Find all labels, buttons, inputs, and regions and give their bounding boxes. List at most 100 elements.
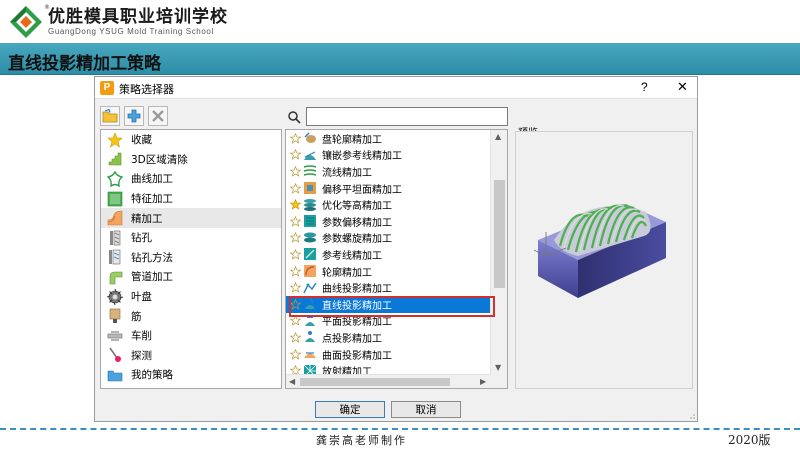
strategy-list: 盘轮廓精加工 镶嵌参考线精加工 流线精加工 偏移平坦面精加工 优化等高精加工 参… bbox=[286, 130, 491, 375]
scroll-down-arrow-icon[interactable]: ▼ bbox=[495, 363, 501, 373]
category-label: 钻孔方法 bbox=[131, 251, 173, 264]
open-folder-icon bbox=[102, 109, 118, 123]
dialog-titlebar[interactable]: P 策略选择器 ? ✕ bbox=[95, 77, 697, 99]
streamline-icon bbox=[303, 165, 317, 177]
horizontal-scroll-thumb[interactable] bbox=[300, 378, 450, 386]
category-item[interactable]: 我的策略 bbox=[101, 365, 281, 385]
scroll-right-arrow-icon[interactable]: ▶ bbox=[480, 377, 486, 387]
category-item[interactable]: 曲线加工 bbox=[101, 169, 281, 189]
strategy-item[interactable]: 盘轮廓精加工 bbox=[286, 130, 491, 147]
footer-author: 龚崇高老师制作 bbox=[316, 434, 407, 447]
footer-year: 2020版 bbox=[728, 433, 771, 447]
strategy-label: 参数偏移精加工 bbox=[322, 217, 392, 229]
area-clearance-icon bbox=[108, 153, 122, 166]
folder-icon bbox=[107, 370, 123, 382]
strategy-item[interactable]: 镶嵌参考线精加工 bbox=[286, 147, 491, 164]
favorite-star-icon[interactable] bbox=[290, 232, 301, 244]
strategy-list-panel: 盘轮廓精加工 镶嵌参考线精加工 流线精加工 偏移平坦面精加工 优化等高精加工 参… bbox=[285, 129, 508, 389]
parametric-spiral-icon bbox=[304, 232, 316, 243]
category-label: 曲线加工 bbox=[131, 173, 173, 186]
favorite-star-icon[interactable] bbox=[290, 215, 301, 227]
strategy-item[interactable]: 曲面投影精加工 bbox=[286, 346, 491, 363]
help-button[interactable]: ? bbox=[641, 80, 648, 94]
favorite-star-filled-icon[interactable] bbox=[290, 199, 301, 210]
favorite-star-icon[interactable] bbox=[290, 149, 301, 161]
ok-button[interactable]: 确定 bbox=[315, 401, 385, 418]
logo-english-name: GuangDong YSUG Mold Training School bbox=[48, 27, 214, 36]
category-label: 3D区域清除 bbox=[131, 153, 188, 166]
category-item[interactable]: 叶盘 bbox=[101, 287, 281, 307]
category-label: 筋 bbox=[131, 310, 142, 323]
strategy-label: 偏移平坦面精加工 bbox=[322, 184, 402, 196]
slide-title-bar: 直线投影精加工策略 bbox=[0, 43, 800, 75]
footer-divider bbox=[0, 428, 800, 430]
category-label: 车削 bbox=[131, 330, 152, 343]
rib-icon bbox=[109, 308, 121, 324]
horizontal-scrollbar[interactable]: ◀ ▶ bbox=[286, 374, 491, 388]
favorite-star-icon[interactable] bbox=[290, 265, 301, 277]
vertical-scroll-thumb[interactable] bbox=[494, 180, 505, 288]
category-item[interactable]: 钻孔方法 bbox=[101, 248, 281, 268]
toolpath-preview-image bbox=[533, 204, 666, 298]
pipe-machining-icon bbox=[109, 271, 123, 285]
category-label: 管道加工 bbox=[131, 271, 173, 284]
search-input[interactable] bbox=[306, 107, 508, 126]
add-strategy-button[interactable] bbox=[124, 106, 144, 126]
favorite-star-icon[interactable] bbox=[290, 248, 301, 260]
category-label: 收藏 bbox=[131, 134, 152, 147]
registered-mark: ® bbox=[44, 4, 50, 11]
strategy-item[interactable]: 参数螺旋精加工 bbox=[286, 230, 491, 247]
scroll-left-arrow-icon[interactable]: ◀ bbox=[289, 377, 295, 387]
category-list: 收藏 3D区域清除 曲线加工 特征加工 精加工 钻孔 钻孔方法 管道加工 叶盘 … bbox=[100, 129, 282, 389]
favorite-star-icon[interactable] bbox=[290, 182, 301, 194]
strategy-item[interactable]: 轮廓精加工 bbox=[286, 263, 491, 280]
category-item[interactable]: 探测 bbox=[101, 346, 281, 366]
category-item[interactable]: 钻孔 bbox=[101, 228, 281, 248]
strategy-item[interactable]: 曲线投影精加工 bbox=[286, 279, 491, 296]
category-item[interactable]: 特征加工 bbox=[101, 189, 281, 209]
category-label: 特征加工 bbox=[131, 193, 173, 206]
category-item[interactable]: 收藏 bbox=[101, 130, 281, 150]
favorite-star-icon[interactable] bbox=[290, 282, 301, 293]
school-logo: ® 优胜模具职业培训学校 GuangDong YSUG Mold Trainin… bbox=[8, 3, 228, 41]
cancel-button[interactable]: 取消 bbox=[391, 401, 461, 418]
scrollbar-corner bbox=[490, 374, 507, 388]
favorite-star-icon[interactable] bbox=[290, 331, 301, 343]
strategy-item[interactable]: 点投影精加工 bbox=[286, 329, 491, 346]
category-item[interactable]: 精加工 bbox=[101, 208, 281, 228]
category-item[interactable]: 筋 bbox=[101, 306, 281, 326]
delete-x-icon bbox=[152, 110, 164, 122]
optimized-constant-z-icon bbox=[304, 198, 316, 211]
strategy-item[interactable]: 偏移平坦面精加工 bbox=[286, 180, 491, 197]
category-item[interactable]: 3D区域清除 bbox=[101, 150, 281, 170]
strategy-item[interactable]: 参考线精加工 bbox=[286, 246, 491, 263]
scroll-up-arrow-icon[interactable]: ▲ bbox=[495, 132, 501, 142]
category-item[interactable]: 管道加工 bbox=[101, 267, 281, 287]
resize-grip-icon[interactable] bbox=[687, 411, 695, 419]
selection-highlight-box bbox=[289, 296, 495, 317]
strategy-label: 优化等高精加工 bbox=[322, 201, 392, 213]
vertical-scrollbar[interactable]: ▲ ▼ bbox=[490, 130, 507, 375]
favorite-star-icon[interactable] bbox=[290, 132, 301, 144]
open-folder-button[interactable] bbox=[100, 106, 120, 126]
category-label: 我的策略 bbox=[131, 369, 173, 382]
finishing-icon bbox=[107, 210, 123, 226]
delete-strategy-button[interactable] bbox=[148, 106, 168, 126]
surface-projection-icon bbox=[304, 352, 316, 359]
strategy-item[interactable]: 流线精加工 bbox=[286, 163, 491, 180]
offset-flat-icon bbox=[304, 182, 316, 195]
close-button[interactable]: ✕ bbox=[677, 79, 688, 95]
preview-panel bbox=[515, 131, 693, 389]
logo-diamond-icon bbox=[8, 4, 44, 40]
category-item[interactable]: 车削 bbox=[101, 326, 281, 346]
category-label: 探测 bbox=[131, 349, 152, 362]
strategy-item[interactable]: 参数偏移精加工 bbox=[286, 213, 491, 230]
drilling-method-icon bbox=[109, 250, 121, 265]
favorite-star-icon[interactable] bbox=[290, 348, 301, 360]
strategy-label: 盘轮廓精加工 bbox=[322, 134, 382, 146]
favorite-star-icon[interactable] bbox=[290, 165, 301, 177]
pattern-finishing-icon bbox=[304, 248, 316, 261]
strategy-label: 参数螺旋精加工 bbox=[322, 234, 392, 246]
curve-projection-icon bbox=[303, 282, 317, 293]
strategy-item[interactable]: 优化等高精加工 bbox=[286, 196, 491, 213]
